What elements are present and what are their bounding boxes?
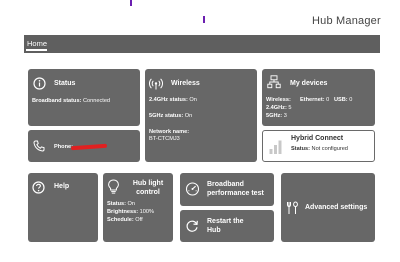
wifi-icon	[149, 78, 163, 90]
devices-5ghz: 5GHz: 3	[266, 113, 287, 119]
active-tab-indicator	[26, 49, 47, 51]
accent-mark	[203, 16, 205, 23]
hub-light-card[interactable]: Hub light control Status: On Brightness: …	[103, 173, 173, 242]
devices-wireless: Wireless:	[266, 97, 291, 103]
hub-light-status: Status: On	[107, 201, 135, 207]
lightbulb-icon	[108, 179, 119, 194]
page-title: Hub Manager	[312, 15, 381, 27]
signal-bars-icon	[269, 140, 282, 154]
nav-bar: Home	[24, 35, 380, 53]
network-icon	[267, 75, 281, 89]
nav-home-tab[interactable]: Home	[27, 39, 47, 48]
devices-title: My devices	[290, 80, 328, 87]
wireless-title: Wireless	[171, 80, 200, 87]
broadband-status: Broadband status: Connected	[32, 98, 111, 104]
restart-hub-title: Restart the Hub	[207, 218, 244, 234]
hybrid-connect-card[interactable]: Hybrid Connect Status: Not configured	[262, 130, 375, 162]
phone-icon	[33, 140, 45, 152]
hub-light-title: Hub light control	[132, 180, 164, 196]
wireless-24ghz-status: 2.4GHz status: On	[149, 97, 197, 103]
redaction-mark	[70, 143, 108, 151]
hub-light-schedule: Schedule: Off	[107, 217, 143, 223]
restart-hub-card[interactable]: Restart the Hub	[180, 210, 274, 242]
tools-icon	[287, 201, 298, 214]
devices-card[interactable]: My devices Wireless: Ethernet: 0 USB: 0 …	[262, 69, 375, 126]
help-title: Help	[54, 183, 70, 190]
help-card[interactable]: Help	[28, 173, 98, 242]
advanced-settings-card[interactable]: Advanced settings	[281, 173, 375, 242]
wireless-5ghz-status: 5GHz status: On	[149, 113, 193, 119]
info-icon	[33, 77, 46, 90]
status-title: Status	[54, 80, 76, 87]
devices-usb: USB: 0	[334, 97, 353, 103]
performance-test-title: Broadband performance test	[207, 181, 264, 197]
performance-test-card[interactable]: Broadband performance test	[180, 173, 274, 206]
restart-icon	[186, 220, 198, 232]
hybrid-status: Status: Not configured	[291, 146, 348, 152]
wireless-card[interactable]: Wireless 2.4GHz status: On 5GHz status: …	[145, 69, 257, 162]
phone-card[interactable]: Phone:	[28, 130, 140, 162]
speedometer-icon	[185, 182, 200, 196]
help-icon	[32, 181, 45, 194]
network-name-value: BT-CTCMJ3	[149, 136, 180, 142]
devices-24ghz: 2.4GHz: 5	[266, 105, 292, 111]
devices-ethernet: Ethernet: 0	[300, 97, 330, 103]
hybrid-title: Hybrid Connect	[291, 135, 344, 142]
network-name-label: Network name:	[149, 129, 190, 135]
status-card[interactable]: Status Broadband status: Connected	[28, 69, 140, 126]
accent-mark	[130, 0, 132, 6]
hub-light-brightness: Brightness: 100%	[107, 209, 154, 215]
advanced-settings-title: Advanced settings	[305, 204, 368, 211]
